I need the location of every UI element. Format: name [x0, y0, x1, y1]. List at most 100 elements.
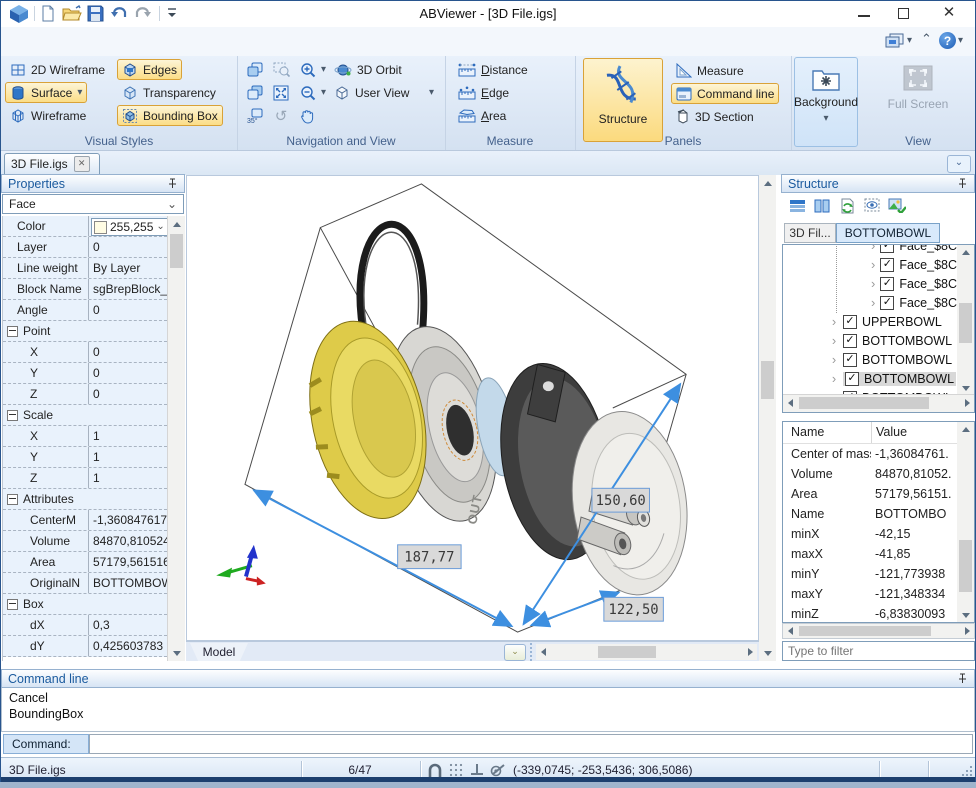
document-tab-close-button[interactable]: ✕ — [74, 156, 90, 172]
3d-model[interactable]: OUT — [292, 224, 699, 602]
structure-tab-part[interactable]: BOTTOMBOWL — [836, 223, 940, 243]
structure-columns-view-button[interactable] — [810, 195, 834, 216]
table-row[interactable]: maxX-41,85 — [783, 544, 974, 564]
property-value[interactable]: 57179,5615163 — [89, 552, 167, 572]
command-line-header[interactable]: Command line — [1, 669, 975, 688]
fit-to-screen-button[interactable] — [269, 82, 293, 103]
property-value[interactable]: 0 — [89, 237, 167, 257]
chevron-right-icon[interactable]: › — [871, 244, 875, 252]
customize-toolbar-button[interactable] — [167, 7, 177, 22]
property-value[interactable]: sgBrepBlock_BO — [89, 279, 167, 299]
scroll-thumb[interactable] — [959, 303, 972, 343]
chevron-right-icon[interactable]: › — [830, 315, 838, 328]
property-value[interactable]: 1 — [89, 468, 167, 488]
structure-filter-input[interactable] — [782, 641, 975, 661]
table-vertical-scrollbar[interactable] — [957, 422, 974, 622]
property-row[interactable]: Volume84870,81052441 — [3, 531, 167, 552]
copy-view-button[interactable] — [243, 59, 267, 80]
chevron-right-icon[interactable]: › — [830, 334, 838, 347]
minimize-ribbon-button[interactable]: ⌃ — [921, 31, 932, 47]
scroll-left-button[interactable] — [783, 395, 797, 411]
tree-item[interactable]: ›✓BOTTOMBOWL — [783, 350, 957, 369]
scroll-down-button[interactable] — [168, 645, 185, 661]
property-group-row[interactable]: Scale — [3, 405, 167, 426]
surface-button[interactable]: Surface ▾ — [5, 82, 87, 103]
checkbox[interactable]: ✓ — [843, 353, 857, 367]
viewport-canvas[interactable]: OUT 187,77 150,60 — [187, 176, 758, 640]
table-row[interactable]: minZ-6,83830093 — [783, 604, 974, 623]
measure-panel-button[interactable]: Measure — [671, 60, 749, 81]
user-view-button[interactable]: User View — [329, 82, 414, 103]
redo-button[interactable] — [133, 5, 152, 25]
property-value[interactable]: 0 — [89, 300, 167, 320]
help-button[interactable]: ? ▾ — [939, 32, 963, 49]
structure-tab-file[interactable]: 3D Fil... — [784, 223, 836, 243]
property-row[interactable]: Block NamesgBrepBlock_BO — [3, 279, 167, 300]
structure-panel-button[interactable]: Structure — [583, 58, 663, 142]
column-header-name[interactable]: Name — [783, 422, 872, 443]
property-row[interactable]: Line weightBy Layer — [3, 258, 167, 279]
zoom-in-button[interactable]: ▾ — [295, 59, 331, 80]
close-button[interactable]: ✕ — [929, 2, 969, 24]
scroll-right-button[interactable] — [960, 395, 974, 411]
property-row[interactable]: X0 — [3, 342, 167, 363]
document-tab[interactable]: 3D File.igs ✕ — [4, 153, 100, 175]
properties-header[interactable]: Properties — [1, 174, 185, 193]
property-value[interactable]: BOTTOMBOWL — [89, 573, 167, 593]
scroll-thumb[interactable] — [959, 540, 972, 592]
tree-item[interactable]: ›✓BOTTOMBOWL — [783, 331, 957, 350]
checkbox[interactable]: ✓ — [880, 258, 894, 272]
tree-item[interactable]: ›✓Face_$8C5 — [783, 244, 957, 255]
property-row[interactable]: Y0 — [3, 363, 167, 384]
viewport-horizontal-scrollbar[interactable] — [536, 644, 757, 660]
tree-item-selected[interactable]: ›✓BOTTOMBOWL — [783, 369, 957, 388]
property-row[interactable]: CenterM-1,36084761759 — [3, 510, 167, 531]
viewport-vertical-scrollbar[interactable] — [759, 175, 776, 661]
property-row[interactable]: Area57179,5615163 — [3, 552, 167, 573]
collapse-group-icon[interactable] — [7, 410, 18, 421]
scroll-down-button[interactable] — [957, 381, 974, 395]
command-history[interactable]: Cancel BoundingBox — [1, 688, 975, 732]
minimize-button[interactable] — [847, 2, 881, 24]
properties-type-selector[interactable]: Face ⌄ — [2, 194, 184, 214]
layouts-menu-button[interactable]: ⌄ — [504, 644, 526, 661]
tree-vertical-scrollbar[interactable] — [957, 245, 974, 395]
scroll-down-button[interactable] — [759, 645, 776, 661]
property-row[interactable]: Y1 — [3, 447, 167, 468]
property-row[interactable]: Z1 — [3, 468, 167, 489]
table-row[interactable]: Volume84870,81052. — [783, 464, 974, 484]
edges-button[interactable]: Edges — [117, 59, 182, 80]
checkbox[interactable]: ✓ — [843, 315, 857, 329]
property-row[interactable]: dY0,425603783 — [3, 636, 167, 657]
collapse-group-icon[interactable] — [7, 494, 18, 505]
full-screen-button[interactable]: Full Screen — [883, 58, 953, 128]
structure-refresh-button[interactable] — [835, 195, 859, 216]
chevron-right-icon[interactable]: › — [871, 277, 875, 290]
structure-list-view-button[interactable] — [785, 195, 809, 216]
table-row[interactable]: minY-121,773938 — [783, 564, 974, 584]
scroll-down-button[interactable] — [957, 608, 974, 622]
tree-horizontal-scrollbar[interactable] — [783, 394, 974, 412]
table-row[interactable]: maxY-121,348334 — [783, 584, 974, 604]
table-row[interactable]: Area57179,56151. — [783, 484, 974, 504]
table-row[interactable]: NameBOTTOMBO — [783, 504, 974, 524]
property-row[interactable]: Layer0 — [3, 237, 167, 258]
structure-header[interactable]: Structure — [781, 174, 975, 193]
rotate-35-button[interactable]: 35° — [243, 105, 267, 126]
property-row[interactable]: dX0,3 — [3, 615, 167, 636]
property-row[interactable]: OriginalNBOTTOMBOWL — [3, 573, 167, 594]
scroll-up-button[interactable] — [957, 245, 974, 259]
save-button[interactable] — [87, 5, 104, 25]
scroll-right-button[interactable] — [743, 644, 757, 660]
zoom-out-button[interactable]: ▾ — [295, 82, 331, 103]
property-value[interactable]: 0,425603783 — [89, 636, 167, 656]
measure-distance-button[interactable]: Distance — [453, 59, 533, 80]
open-file-button[interactable] — [62, 5, 82, 25]
property-row[interactable]: X1 — [3, 426, 167, 447]
property-group-row[interactable]: Box — [3, 594, 167, 615]
chevron-right-icon[interactable]: › — [830, 353, 838, 366]
pin-icon[interactable] — [957, 178, 968, 189]
property-row-color[interactable]: Color 255,255 ⌄ — [3, 216, 167, 237]
scroll-up-button[interactable] — [957, 422, 974, 436]
scroll-thumb[interactable] — [170, 234, 183, 268]
